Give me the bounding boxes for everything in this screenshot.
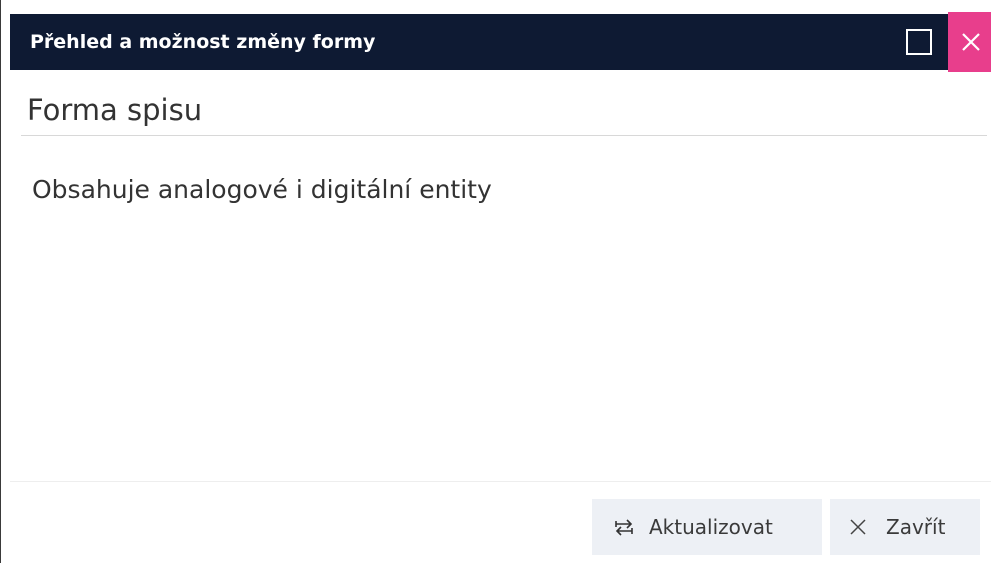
close-button[interactable]: Zavřít <box>830 499 980 555</box>
section-divider <box>21 135 987 136</box>
form-value-text: Obsahuje analogové i digitální entity <box>32 175 492 204</box>
close-icon <box>850 519 866 535</box>
swap-arrows-icon <box>615 519 633 536</box>
dialog-footer: Aktualizovat Zavřít <box>10 482 991 563</box>
close-window-button[interactable] <box>948 12 991 72</box>
dialog-title: Přehled a možnost změny formy <box>30 31 376 53</box>
update-button-label: Aktualizovat <box>649 515 773 539</box>
update-button[interactable]: Aktualizovat <box>592 499 822 555</box>
close-button-label: Zavřít <box>886 515 946 539</box>
maximize-icon[interactable] <box>906 29 932 55</box>
dialog-titlebar: Přehled a možnost změny formy <box>10 12 991 72</box>
dialog-window: Přehled a možnost změny formy Forma spis… <box>0 0 991 563</box>
close-icon <box>962 33 980 51</box>
section-title: Forma spisu <box>27 93 203 127</box>
